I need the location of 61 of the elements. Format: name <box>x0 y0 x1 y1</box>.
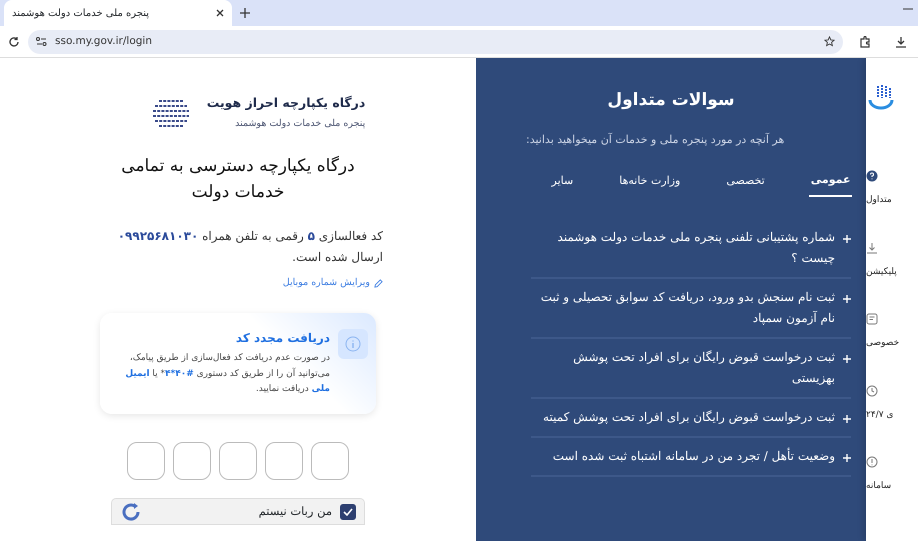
faq-item[interactable]: وضعیت تأهل / تجرد من در سامانه اشتباه ثبت شده است <box>531 438 851 476</box>
side-menu-item[interactable]: خصوصی <box>866 337 900 350</box>
faq-tab[interactable]: تخصصی <box>724 170 767 196</box>
plus-icon <box>843 414 851 422</box>
question-text: وضعیت تأهل / تجرد من در سامانه اشتباه ثبت شده است <box>552 446 835 465</box>
question-text: شماره پشتیبانی تلفنی پنجره ملی خدمات دولت هوشمند چیست ؟ <box>556 228 835 267</box>
faq-tab[interactable]: وزارت خانه‌ها <box>617 170 682 196</box>
question-text: ثبت نام سنجش بدو ورود، دریافت کد سوابق تحصیلی و ثبت نام آزمون سمپاد <box>540 288 835 327</box>
card-title: دریافت مجدد کد <box>234 330 330 347</box>
faq-subtitle: هر آنچه در مورد پنجره ملی و خدمات آن میخواهید بدانید: <box>526 132 784 148</box>
document-icon <box>866 313 878 325</box>
recaptcha-icon <box>120 500 142 523</box>
portal-subtitle: پنجره ملی خدمات دولت هوشمند <box>234 116 366 131</box>
plus-icon <box>843 234 851 242</box>
site-settings-icon[interactable] <box>36 37 47 46</box>
faq-tab[interactable]: سایر <box>550 170 576 196</box>
plus-icon <box>843 354 851 362</box>
code-digit-field[interactable] <box>219 442 257 480</box>
faq-tab[interactable]: عمومی <box>808 170 852 196</box>
side-menu-item[interactable]: پلیکیشن <box>866 266 897 279</box>
side-menu-item[interactable]: سامانه <box>866 480 892 494</box>
pencil-icon <box>374 278 383 288</box>
question-text: ثبت درخواست قبوض رایگان برای افراد تحت پوشش کمیته <box>543 408 835 426</box>
card-text: در صورت عدم دریافت کد فعال‌سازی از طریق پیامک، می‌توانید آن را از طریق کد دستوری #۴۰*۴* یا ایمیل ملی دریافت نمایید. <box>124 352 330 396</box>
captcha-label: من ربات نیستم <box>258 503 332 520</box>
minimize-icon[interactable] <box>903 8 913 10</box>
activation-message: کد فعالسازی ۵ رقمی به تلفن همراه ۰۹۹۲۵۶۸۱۰۳۰ ارسال شده است. <box>116 228 383 266</box>
faq-item[interactable]: ثبت نام سنجش بدو ورود، دریافت کد سوابق تحصیلی و ثبت نام آزمون سمپاد <box>531 278 851 338</box>
reload-icon[interactable] <box>8 36 20 48</box>
captcha-checkbox[interactable] <box>340 504 356 520</box>
side-menu-item[interactable]: متداول <box>866 194 892 208</box>
code-digit-field[interactable] <box>173 442 211 480</box>
faq-item[interactable]: شماره پشتیبانی تلفنی پنجره ملی خدمات دولت هوشمند چیست ؟ <box>531 218 851 278</box>
clock-icon <box>866 384 878 396</box>
edit-mobile-link[interactable]: ویرایش شماره موبایل <box>282 276 383 290</box>
portal-title: درگاه یکپارچه احراز هویت <box>206 94 366 112</box>
address-bar[interactable]: sso.my.gov.ir/login <box>28 30 843 54</box>
code-digit-field[interactable] <box>265 442 303 480</box>
page-heading: درگاه یکپارچه دسترسی به تمامی خدمات دولت <box>120 154 356 204</box>
faq-item[interactable]: ثبت درخواست قبوض رایگان برای افراد تحت پوشش بهزیستی <box>531 338 851 398</box>
faq-title: سوالات متداول <box>607 89 735 112</box>
info-icon <box>338 328 368 359</box>
plus-icon <box>843 294 851 302</box>
side-menu-item[interactable]: ی ۲۴/۷ <box>866 408 894 422</box>
download-icon[interactable] <box>895 36 907 48</box>
download-icon <box>866 242 878 254</box>
browser-tab[interactable]: پنجره ملی خدمات دولت هوشمند <box>4 0 232 26</box>
info-icon <box>866 456 878 468</box>
tab-title: پنجره ملی خدمات دولت هوشمند <box>12 6 149 20</box>
new-tab-icon[interactable] <box>240 8 250 18</box>
extensions-icon[interactable] <box>859 36 871 48</box>
url-text: sso.my.gov.ir/login <box>55 34 152 49</box>
plus-icon <box>843 454 851 462</box>
check-icon <box>343 508 353 516</box>
code-digit-field[interactable] <box>311 442 349 480</box>
question-text: ثبت درخواست قبوض رایگان برای افراد تحت پوشش بهزیستی <box>572 348 835 387</box>
code-digit-field[interactable] <box>127 442 165 480</box>
logo-icon <box>866 82 896 112</box>
close-icon[interactable] <box>216 9 224 17</box>
star-icon[interactable] <box>824 36 835 47</box>
faq-item[interactable]: ثبت درخواست قبوض رایگان برای افراد تحت پوشش کمیته <box>531 398 851 438</box>
